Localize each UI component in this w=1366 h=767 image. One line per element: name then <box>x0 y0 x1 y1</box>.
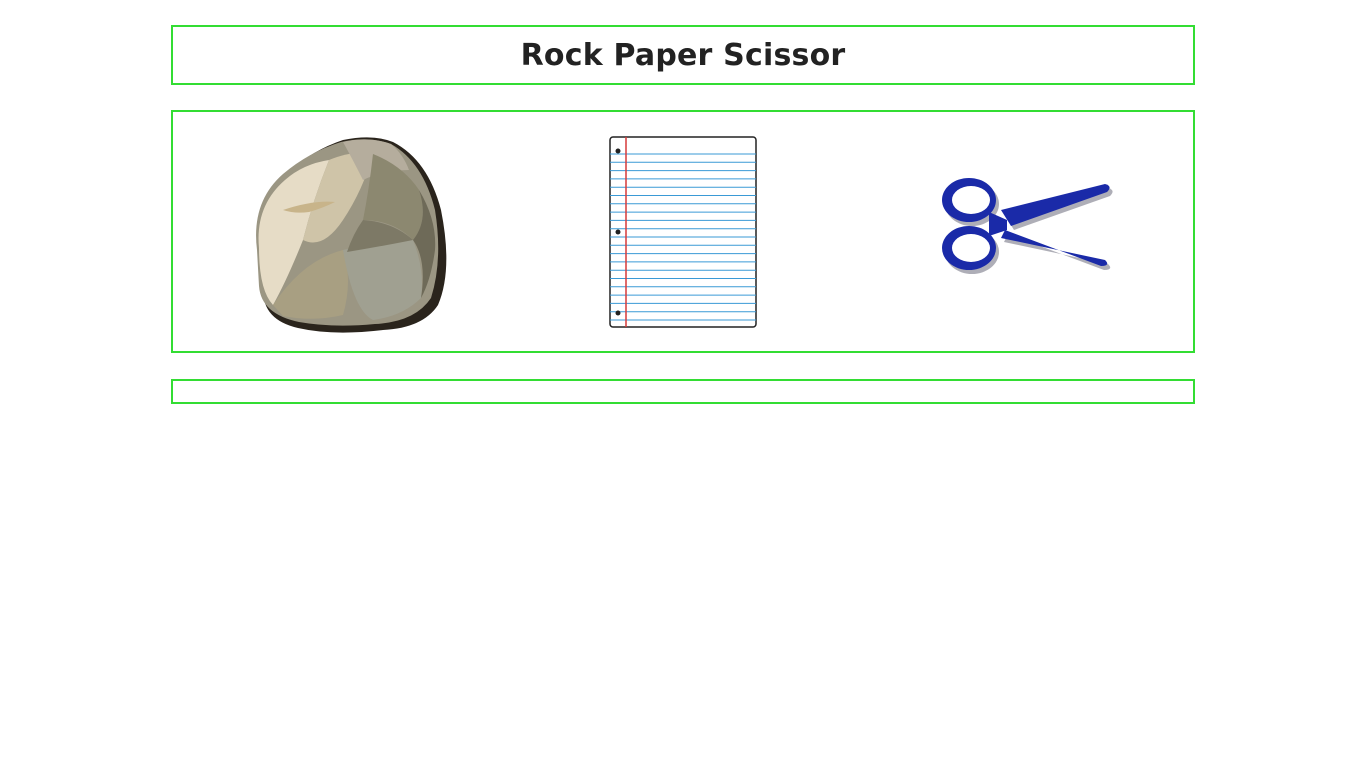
paper-choice-button[interactable] <box>609 136 759 330</box>
result-panel <box>171 379 1195 404</box>
paper-icon <box>609 136 757 328</box>
scissors-choice-button[interactable] <box>941 174 1113 278</box>
page-title: Rock Paper Scissor <box>520 37 846 73</box>
rock-choice-button[interactable] <box>243 130 449 336</box>
title-panel: Rock Paper Scissor <box>171 25 1195 85</box>
scissors-icon <box>942 178 1113 274</box>
rock-icon <box>256 137 447 333</box>
choices-panel <box>171 110 1195 353</box>
